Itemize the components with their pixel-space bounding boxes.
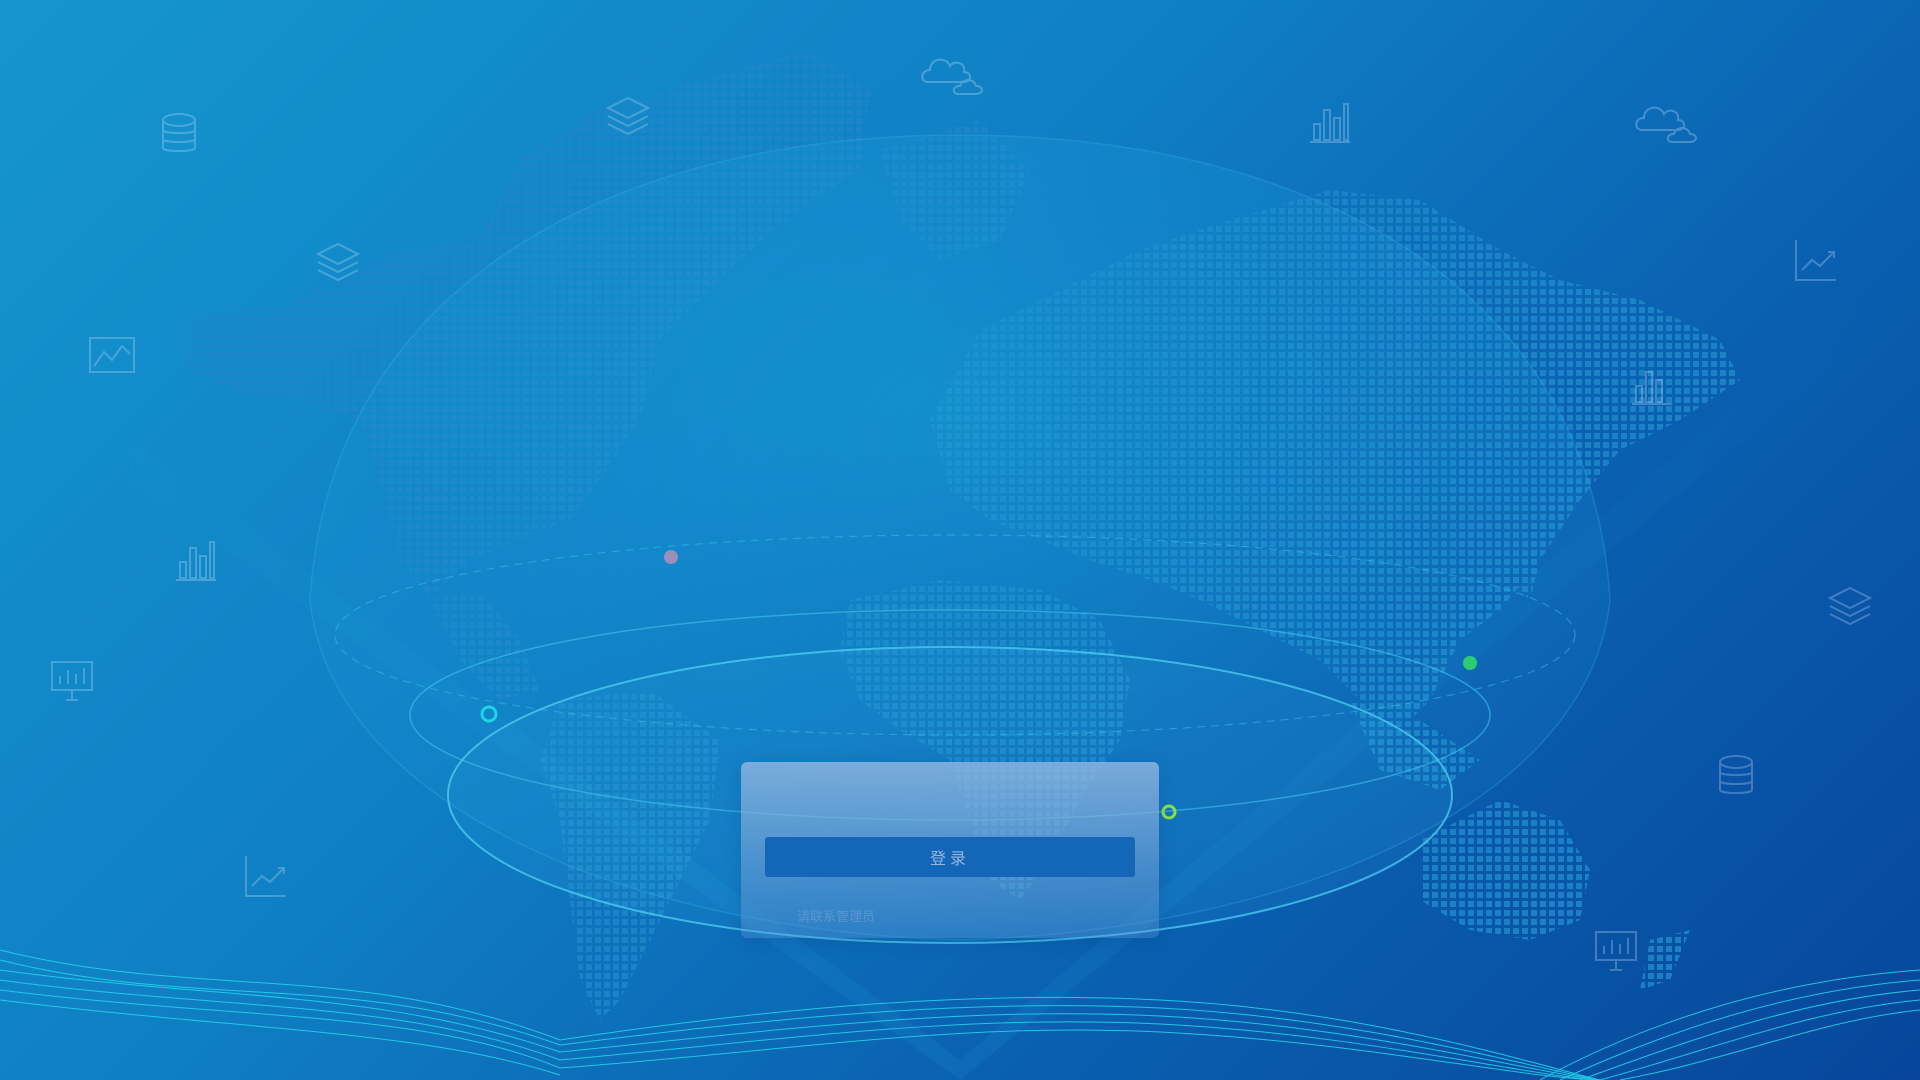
line-chart-icon — [1792, 236, 1840, 284]
login-button[interactable]: 登录 — [765, 837, 1135, 877]
database-icon — [155, 110, 203, 158]
area-chart-icon — [88, 330, 136, 378]
monitor-chart-icon — [1592, 926, 1640, 974]
login-card: 登录 请联系管理员 — [741, 762, 1159, 938]
database-icon — [1712, 752, 1760, 800]
layers-icon — [314, 238, 362, 286]
monitor-chart-icon — [48, 656, 96, 704]
orbit-dot-green — [1463, 656, 1477, 670]
line-chart-icon — [242, 852, 290, 900]
cloud-icon — [1632, 96, 1712, 144]
contact-admin-link[interactable]: 请联系管理员 — [797, 906, 875, 925]
orbit-dot-pink — [664, 550, 678, 564]
bar-chart-icon — [172, 536, 220, 584]
layers-icon — [604, 92, 652, 140]
bar-chart-icon — [1628, 360, 1676, 408]
layers-icon — [1826, 582, 1874, 630]
cloud-icon — [918, 48, 998, 96]
login-page-background: 登录 请联系管理员 — [0, 0, 1920, 1080]
bar-chart-icon — [1306, 98, 1354, 146]
